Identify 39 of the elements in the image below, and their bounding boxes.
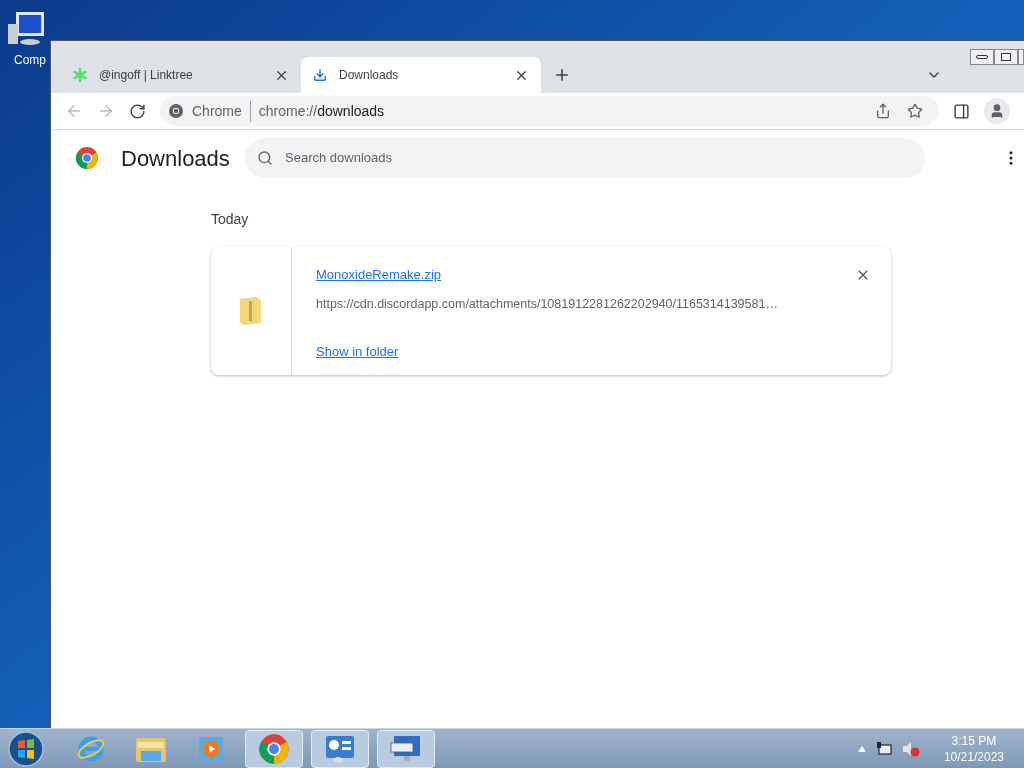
source-url: https://cdn.discordapp.com/attachments/1081912281262202940/1165314139581… [316, 295, 779, 313]
asterisk-icon [73, 68, 87, 82]
download-icon [313, 68, 327, 82]
url-text: chrome://downloads [258, 101, 386, 121]
file-name-link[interactable]: MonoxideRemake.zip [316, 265, 441, 285]
chrome-icon [168, 103, 184, 119]
page-title: Downloads [121, 144, 231, 173]
site-chip: Chrome [192, 100, 251, 122]
monitor-keyboard-icon [390, 733, 422, 764]
search-placeholder: Search downloads [285, 149, 392, 168]
maximize-button[interactable] [994, 49, 1018, 65]
clock-time: 3:15 PM [951, 732, 997, 749]
taskbar-app[interactable] [377, 729, 435, 768]
star-icon[interactable] [907, 103, 923, 119]
section-heading: Today [211, 210, 250, 229]
profile-icon[interactable] [984, 98, 1010, 124]
new-tab-icon[interactable] [553, 66, 571, 84]
minimize-button[interactable] [970, 49, 994, 65]
search-icon [257, 150, 273, 166]
share-icon[interactable] [875, 103, 891, 119]
chrome-logo-icon [75, 146, 99, 170]
address-bar[interactable]: Chrome chrome://downloads [160, 96, 939, 126]
control-panel-icon [324, 733, 356, 764]
taskbar-app[interactable] [311, 729, 369, 768]
show-in-folder-link[interactable]: Show in folder [316, 342, 399, 362]
side-panel-icon[interactable] [953, 102, 970, 120]
clock-date: 10/21/2023 [943, 748, 1004, 765]
tab-title: @ingoff | Linktree [99, 67, 194, 84]
tab-title: Downloads [339, 67, 400, 84]
chrome-icon [258, 732, 290, 765]
browser-tab[interactable]: @ingoff | Linktree [61, 57, 301, 93]
taskbar-app[interactable] [245, 729, 303, 768]
desktop-icon-label: Comp [14, 52, 47, 69]
network-icon[interactable] [875, 740, 892, 757]
reload-icon[interactable] [129, 102, 146, 120]
play-icon [197, 734, 225, 763]
muted-speaker-icon[interactable] [901, 740, 920, 757]
search-field[interactable]: Search downloads [245, 138, 925, 178]
browser-tab[interactable]: Downloads [301, 57, 541, 93]
